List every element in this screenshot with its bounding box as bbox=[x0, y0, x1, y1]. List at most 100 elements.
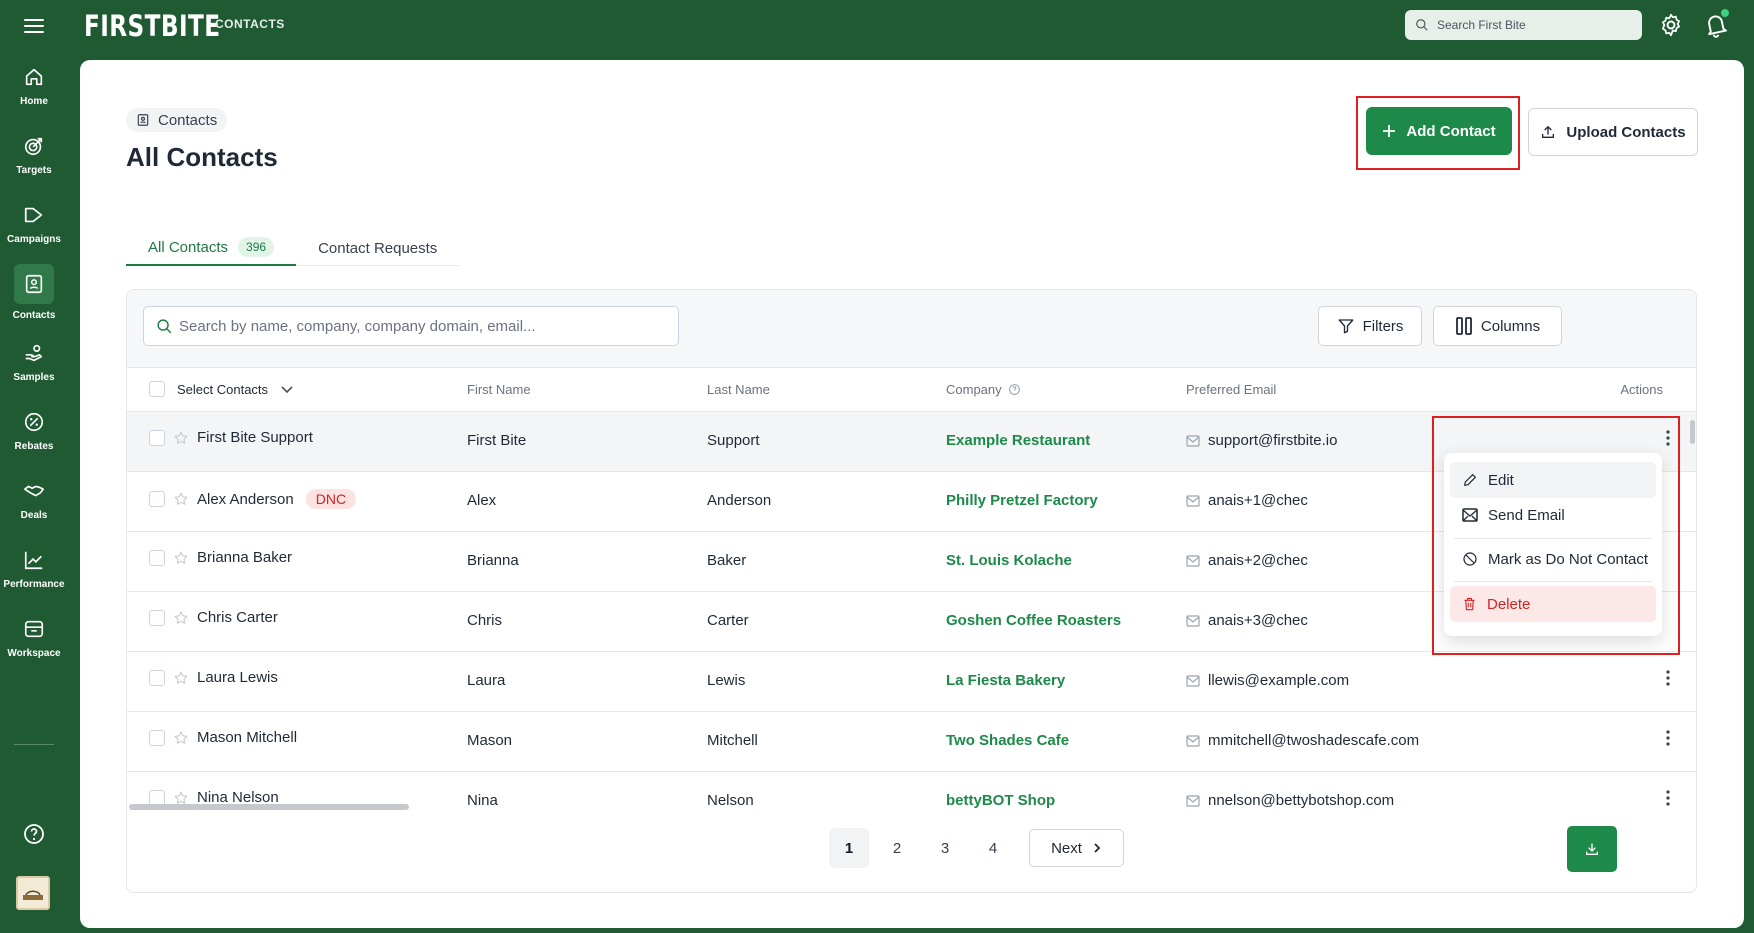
star-icon[interactable] bbox=[173, 670, 189, 686]
tab-contact-requests[interactable]: Contact Requests bbox=[296, 230, 459, 266]
star-icon[interactable] bbox=[173, 430, 189, 446]
company-link[interactable]: Two Shades Cafe bbox=[946, 732, 1069, 749]
header-company[interactable]: Company bbox=[946, 382, 1021, 397]
sidebar-item-campaigns[interactable]: Campaigns bbox=[0, 202, 68, 245]
download-button[interactable] bbox=[1567, 826, 1617, 872]
search-icon bbox=[1416, 19, 1428, 31]
table-toolbar: Search by name, company, company domain,… bbox=[127, 290, 1696, 368]
row-checkbox[interactable] bbox=[149, 491, 165, 507]
sidebar-item-rebates[interactable]: Rebates bbox=[0, 409, 68, 452]
horizontal-scrollbar[interactable] bbox=[129, 804, 409, 810]
row-checkbox[interactable] bbox=[149, 669, 165, 686]
filters-label: Filters bbox=[1362, 317, 1404, 335]
company-link[interactable]: La Fiesta Bakery bbox=[946, 672, 1065, 689]
row-checkbox[interactable] bbox=[149, 729, 165, 746]
upload-contacts-button[interactable]: Upload Contacts bbox=[1528, 108, 1698, 156]
company-link[interactable]: bettyBOT Shop bbox=[946, 792, 1055, 809]
page-button-1[interactable]: 1 bbox=[829, 828, 869, 868]
header-first-name[interactable]: First Name bbox=[467, 382, 531, 397]
breadcrumb[interactable]: Contacts bbox=[126, 108, 228, 132]
header-preferred-email[interactable]: Preferred Email bbox=[1186, 382, 1276, 397]
table-row[interactable]: Nina Nelson Nina Nelson bettyBOT Shop nn… bbox=[127, 772, 1696, 832]
table-search-input[interactable]: Search by name, company, company domain,… bbox=[143, 306, 679, 346]
last-name-cell: Carter bbox=[707, 612, 749, 629]
row-checkbox[interactable] bbox=[149, 429, 165, 446]
global-search-input[interactable]: Search First Bite bbox=[1405, 10, 1642, 40]
table-row[interactable]: Mason Mitchell Mason Mitchell Two Shades… bbox=[127, 712, 1696, 772]
user-avatar[interactable] bbox=[16, 876, 50, 910]
email-value[interactable]: anais+3@chec bbox=[1208, 612, 1308, 629]
contact-name[interactable]: First Bite Support bbox=[197, 429, 313, 446]
row-actions-kebab-icon[interactable] bbox=[1666, 790, 1670, 806]
mail-icon bbox=[1186, 614, 1200, 627]
contact-name[interactable]: Brianna Baker bbox=[197, 549, 292, 566]
sidebar: Home Targets Campaigns Contacts Samples … bbox=[0, 52, 68, 933]
email-value[interactable]: llewis@example.com bbox=[1208, 672, 1349, 689]
help-circle-icon[interactable] bbox=[1008, 383, 1021, 396]
sidebar-item-label: Home bbox=[20, 96, 48, 107]
vertical-scrollbar[interactable] bbox=[1690, 420, 1695, 444]
global-search-placeholder: Search First Bite bbox=[1437, 18, 1526, 32]
email-value[interactable]: anais+1@chec bbox=[1208, 492, 1308, 509]
sidebar-item-performance[interactable]: Performance bbox=[0, 547, 68, 590]
tab-label: All Contacts bbox=[148, 238, 229, 256]
row-checkbox[interactable] bbox=[149, 549, 165, 566]
email-cell: nnelson@bettybotshop.com bbox=[1186, 792, 1394, 809]
sidebar-item-targets[interactable]: Targets bbox=[0, 133, 68, 176]
home-icon bbox=[21, 64, 47, 90]
email-value[interactable]: nnelson@bettybotshop.com bbox=[1208, 792, 1394, 809]
contact-card-icon bbox=[137, 114, 149, 126]
chevron-down-icon[interactable] bbox=[280, 382, 294, 396]
email-value[interactable]: anais+2@chec bbox=[1208, 552, 1308, 569]
contact-name[interactable]: Chris Carter bbox=[197, 609, 278, 626]
sidebar-item-deals[interactable]: Deals bbox=[0, 478, 68, 521]
columns-button[interactable]: Columns bbox=[1433, 306, 1562, 346]
header-last-name[interactable]: Last Name bbox=[707, 382, 770, 397]
select-contacts-header[interactable]: Select Contacts bbox=[149, 381, 294, 397]
row-actions-kebab-icon[interactable] bbox=[1666, 730, 1670, 746]
help-icon[interactable] bbox=[22, 822, 46, 846]
row-checkbox[interactable] bbox=[149, 609, 165, 626]
email-value[interactable]: mmitchell@twoshadescafe.com bbox=[1208, 732, 1419, 749]
page-button-3[interactable]: 3 bbox=[925, 828, 965, 868]
sidebar-item-label: Deals bbox=[20, 510, 48, 521]
sidebar-item-contacts[interactable]: Contacts bbox=[0, 264, 68, 321]
sidebar-item-label: Rebates bbox=[14, 441, 54, 452]
sidebar-item-home[interactable]: Home bbox=[0, 64, 68, 107]
percent-badge-icon bbox=[21, 409, 47, 435]
hamburger-menu-icon[interactable] bbox=[22, 14, 46, 38]
company-link[interactable]: St. Louis Kolache bbox=[946, 552, 1072, 569]
contact-name-cell: Alex Anderson DNC bbox=[149, 489, 357, 509]
star-icon[interactable] bbox=[173, 730, 189, 746]
star-icon[interactable] bbox=[173, 491, 189, 507]
contact-name[interactable]: Alex Anderson bbox=[197, 491, 294, 508]
next-page-button[interactable]: Next bbox=[1029, 829, 1124, 867]
app-logo[interactable]: FIRSTBITE bbox=[84, 9, 220, 43]
page-button-4[interactable]: 4 bbox=[973, 828, 1013, 868]
page-button-2[interactable]: 2 bbox=[877, 828, 917, 868]
last-name-cell: Baker bbox=[707, 552, 747, 569]
contact-name[interactable]: Laura Lewis bbox=[197, 669, 278, 686]
select-contacts-label: Select Contacts bbox=[177, 381, 269, 397]
email-cell: support@firstbite.io bbox=[1186, 432, 1337, 449]
contact-name[interactable]: Mason Mitchell bbox=[197, 729, 297, 746]
star-icon[interactable] bbox=[173, 610, 189, 626]
sidebar-item-samples[interactable]: Samples bbox=[0, 340, 68, 383]
tab-all-contacts[interactable]: All Contacts 396 bbox=[126, 230, 297, 266]
company-link[interactable]: Philly Pretzel Factory bbox=[946, 492, 1098, 509]
inbox-icon bbox=[21, 616, 47, 642]
columns-label: Columns bbox=[1480, 317, 1541, 335]
star-icon[interactable] bbox=[173, 550, 189, 566]
email-value[interactable]: support@firstbite.io bbox=[1208, 432, 1337, 449]
filters-button[interactable]: Filters bbox=[1318, 306, 1422, 346]
row-actions-kebab-icon[interactable] bbox=[1666, 670, 1670, 686]
gear-icon[interactable] bbox=[1658, 12, 1684, 38]
select-all-checkbox[interactable] bbox=[149, 381, 165, 397]
table-row[interactable]: Laura Lewis Laura Lewis La Fiesta Bakery… bbox=[127, 652, 1696, 712]
company-link[interactable]: Goshen Coffee Roasters bbox=[946, 612, 1121, 629]
mail-icon bbox=[1186, 434, 1200, 447]
company-link[interactable]: Example Restaurant bbox=[946, 432, 1090, 449]
email-cell: anais+1@chec bbox=[1186, 492, 1308, 509]
download-icon bbox=[1586, 843, 1598, 855]
sidebar-item-workspace[interactable]: Workspace bbox=[0, 616, 68, 659]
